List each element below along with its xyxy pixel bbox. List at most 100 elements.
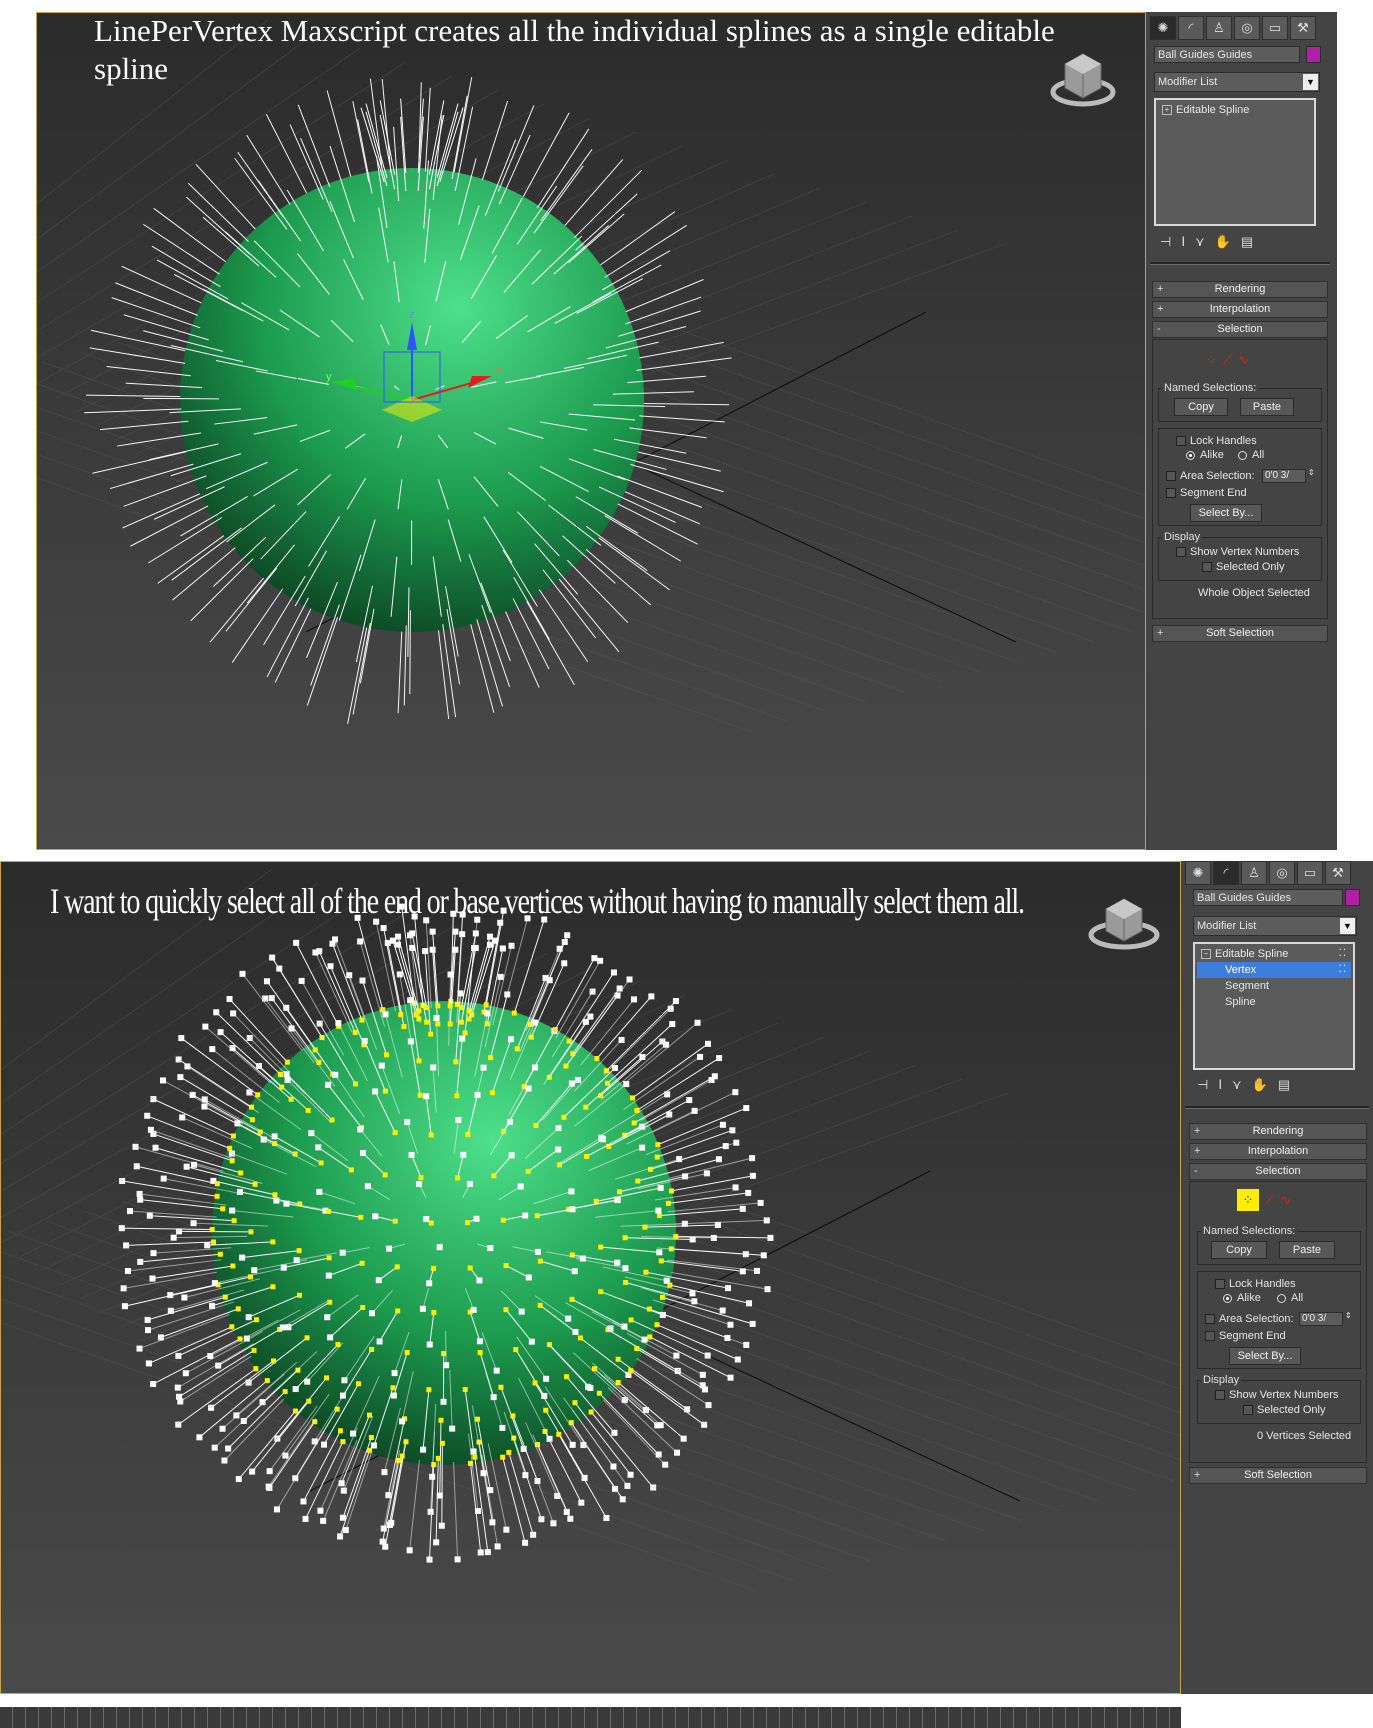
display-label: Display (1162, 531, 1203, 543)
lock-handles-checkbox[interactable] (1215, 1279, 1225, 1289)
spinner-arrows-icon[interactable]: ⇕ (1345, 1311, 1352, 1320)
area-selection-checkbox[interactable] (1166, 471, 1176, 481)
end-vertex (409, 930, 416, 937)
remove-modifier-icon[interactable]: ✋ (1252, 1077, 1268, 1093)
viewcube-icon[interactable] (1088, 889, 1160, 955)
hierarchy-tab-icon[interactable]: ♙ (1206, 16, 1232, 40)
lock-handles-checkbox[interactable] (1176, 436, 1186, 446)
perspective-viewport[interactable]: I want to quickly select all of the end … (0, 861, 1181, 1694)
end-vertex (597, 957, 604, 964)
make-unique-icon[interactable]: ⋎ (1195, 234, 1205, 250)
utilities-tab-icon[interactable]: ⚒ (1325, 861, 1351, 885)
stack-item-vertex[interactable]: Vertex ⁚⁚ (1197, 962, 1351, 978)
alike-radio[interactable] (1186, 451, 1195, 460)
configure-sets-icon[interactable]: ▤ (1278, 1077, 1290, 1093)
end-vertex (342, 1527, 349, 1534)
base-vertex (488, 1055, 494, 1061)
configure-sets-icon[interactable]: ▤ (1241, 234, 1253, 250)
end-vertex (624, 1482, 631, 1489)
segment-subobject-icon[interactable]: ⟋ (1265, 1192, 1274, 1208)
alike-radio[interactable] (1223, 1294, 1232, 1303)
modify-tab-icon[interactable]: ◜ (1213, 861, 1239, 885)
paste-button[interactable]: Paste (1279, 1241, 1335, 1259)
object-name-field[interactable]: Ball Guides Guides (1154, 46, 1300, 63)
modifier-list-dropdown[interactable]: Modifier List ▼ (1154, 72, 1320, 92)
all-radio[interactable] (1238, 451, 1247, 460)
end-vertex (452, 946, 459, 953)
selected-only-checkbox[interactable] (1202, 562, 1212, 572)
object-color-swatch[interactable] (1345, 889, 1360, 906)
motion-tab-icon[interactable]: ◎ (1234, 16, 1260, 40)
all-radio[interactable] (1277, 1294, 1286, 1303)
segment-subobject-icon[interactable]: ⟋ (1223, 352, 1232, 368)
rollout-selection[interactable]: - Selection (1189, 1163, 1367, 1180)
end-vertex (239, 970, 246, 977)
make-unique-icon[interactable]: ⋎ (1232, 1077, 1242, 1093)
show-vertex-numbers-checkbox[interactable] (1176, 547, 1186, 557)
area-selection-checkbox[interactable] (1205, 1314, 1215, 1324)
rollout-interpolation[interactable]: + Interpolation (1189, 1143, 1367, 1160)
object-name-field[interactable]: Ball Guides Guides (1193, 889, 1343, 906)
rollout-rendering[interactable]: + Rendering (1189, 1123, 1367, 1140)
paste-button[interactable]: Paste (1240, 398, 1294, 416)
object-color-swatch[interactable] (1306, 46, 1321, 63)
hierarchy-tab-icon[interactable]: ♙ (1241, 861, 1267, 885)
show-vertex-numbers-checkbox[interactable] (1215, 1390, 1225, 1400)
timeline-track-bar[interactable] (0, 1707, 1181, 1728)
base-vertex (404, 1350, 410, 1356)
alike-label: Alike (1237, 1292, 1261, 1304)
display-tab-icon[interactable]: ▭ (1262, 16, 1288, 40)
spline-subobject-icon[interactable]: ∿ (1238, 352, 1249, 368)
y-axis-label: y (326, 371, 332, 383)
selected-only-checkbox[interactable] (1243, 1405, 1253, 1415)
modify-tab-icon[interactable]: ◜ (1178, 16, 1204, 40)
end-vertex (137, 1258, 144, 1265)
spline-subobject-icon[interactable]: ∿ (1280, 1192, 1291, 1208)
select-by-button[interactable]: Select By... (1229, 1347, 1301, 1365)
stack-item-segment[interactable]: Segment (1197, 978, 1351, 994)
vertex-subobject-icon[interactable]: ⁘ (1237, 1189, 1259, 1211)
base-vertex (615, 1356, 621, 1362)
utilities-tab-icon[interactable]: ⚒ (1290, 16, 1316, 40)
base-vertex (435, 1003, 441, 1009)
base-vertex (537, 1258, 543, 1264)
rollout-selection[interactable]: - Selection (1152, 321, 1328, 338)
copy-button[interactable]: Copy (1211, 1241, 1267, 1259)
area-selection-spinner[interactable]: 0'0 3/ (1299, 1312, 1343, 1326)
rollout-soft-selection[interactable]: + Soft Selection (1189, 1467, 1367, 1484)
segment-end-checkbox[interactable] (1166, 488, 1176, 498)
show-end-result-icon[interactable]: Ⅰ (1218, 1077, 1222, 1093)
create-tab-icon[interactable]: ✺ (1185, 861, 1211, 885)
display-tab-icon[interactable]: ▭ (1297, 861, 1323, 885)
create-tab-icon[interactable]: ✺ (1150, 16, 1176, 40)
end-vertex (229, 1207, 236, 1214)
base-vertex (428, 1031, 434, 1037)
area-selection-spinner[interactable]: 0'0 3/ (1262, 469, 1306, 483)
end-vertex (648, 993, 655, 1000)
stack-item-editable-spline[interactable]: − Editable Spline ⁚⁚ (1197, 946, 1351, 962)
motion-tab-icon[interactable]: ◎ (1269, 861, 1295, 885)
copy-button[interactable]: Copy (1174, 398, 1228, 416)
end-vertex (179, 1114, 186, 1121)
rollout-soft-selection[interactable]: + Soft Selection (1152, 625, 1328, 642)
end-vertex (466, 1180, 473, 1187)
stack-item-spline[interactable]: Spline (1197, 994, 1351, 1010)
perspective-viewport[interactable]: z x y LinePerVertex Maxscript creates all … (36, 12, 1146, 850)
modifier-list-dropdown[interactable]: Modifier List ▼ (1193, 916, 1357, 936)
spinner-arrows-icon[interactable]: ⇕ (1308, 468, 1315, 477)
end-vertex (680, 1435, 687, 1442)
select-by-button[interactable]: Select By... (1190, 504, 1262, 522)
segment-end-checkbox[interactable] (1205, 1331, 1215, 1341)
pin-stack-icon[interactable]: ⊣ (1160, 234, 1171, 250)
vertex-subobject-icon[interactable]: ⁘ (1206, 352, 1217, 368)
end-vertex (302, 1515, 309, 1522)
end-vertex (372, 1088, 379, 1095)
end-vertex (532, 1064, 539, 1071)
show-end-result-icon[interactable]: Ⅰ (1181, 234, 1185, 250)
rollout-interpolation[interactable]: + Interpolation (1152, 301, 1328, 318)
remove-modifier-icon[interactable]: ✋ (1215, 234, 1231, 250)
rollout-rendering[interactable]: + Rendering (1152, 281, 1328, 298)
pin-stack-icon[interactable]: ⊣ (1197, 1077, 1208, 1093)
stack-item-editable-spline[interactable]: + Editable Spline (1158, 102, 1312, 118)
spline-line (106, 366, 191, 377)
